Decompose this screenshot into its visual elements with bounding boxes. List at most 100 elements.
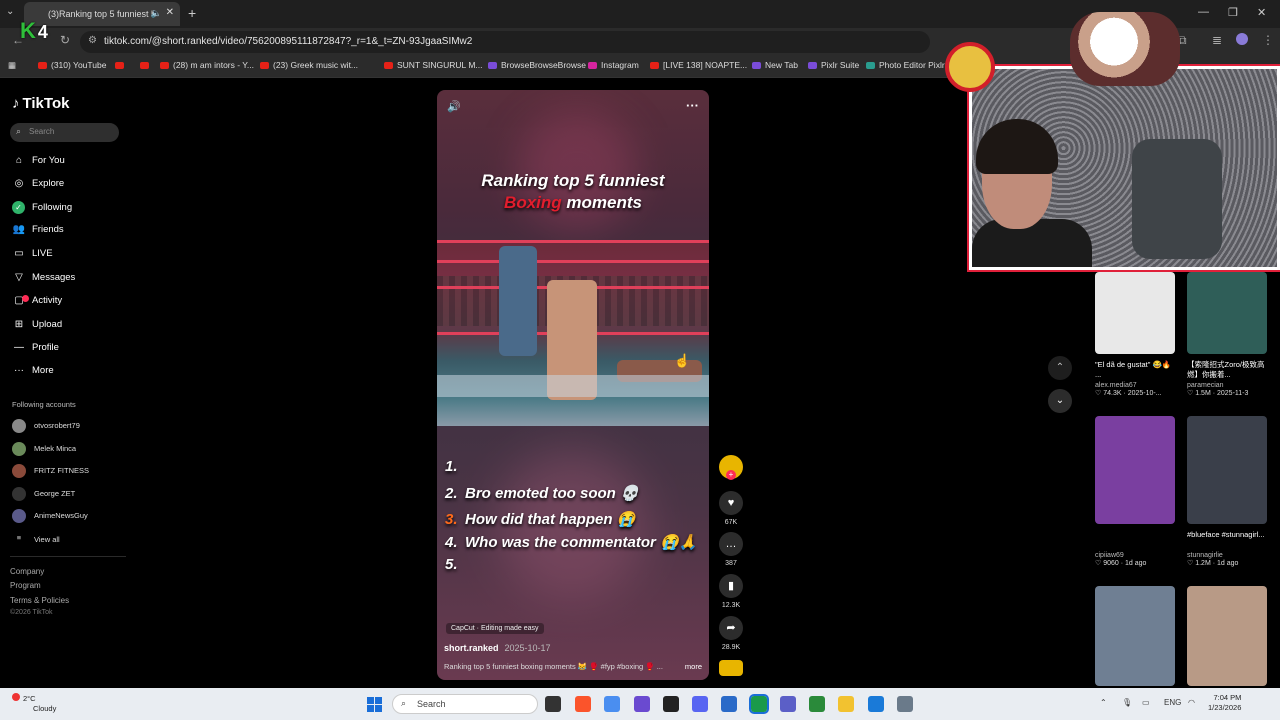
nav-following[interactable]: ✓ Following bbox=[12, 201, 72, 214]
nav-live[interactable]: ▭ LIVE bbox=[12, 248, 52, 259]
following-account[interactable]: Melek Minca bbox=[12, 442, 76, 456]
footer-program[interactable]: Program bbox=[10, 581, 41, 590]
view-all-link[interactable]: ≡ View all bbox=[12, 533, 60, 547]
language-indicator[interactable]: ENG bbox=[1164, 698, 1181, 707]
bookmark-10[interactable]: Photo Editor Pixlr bbox=[866, 60, 945, 70]
feed-card[interactable]: cipiiaw69 ♡ 9060 · 1d ago bbox=[1095, 416, 1175, 567]
nav-label: More bbox=[32, 365, 54, 376]
bookmark-4[interactable]: SUNT SINGURUL M... bbox=[384, 60, 482, 70]
search-input[interactable]: ⌕ Search bbox=[10, 123, 119, 142]
capcut-tag[interactable]: CapCut · Editing made easy bbox=[446, 623, 544, 634]
bookmark-2[interactable]: (28) m am intors - Y... bbox=[160, 60, 254, 70]
bookmark-youtube-2[interactable] bbox=[115, 60, 128, 70]
close-window-icon[interactable]: ✕ bbox=[1257, 6, 1266, 19]
media-control-icon[interactable]: ≣ bbox=[1212, 33, 1222, 47]
bookmark-6[interactable]: Instagram bbox=[588, 60, 639, 70]
taskbar-clock[interactable]: 7:04 PM 1/23/2026 bbox=[1208, 693, 1241, 713]
video-more-icon[interactable]: ··· bbox=[686, 98, 699, 113]
bookmark-7[interactable]: [LIVE 138] NOAPTE... bbox=[650, 60, 747, 70]
bookmark-1[interactable]: (310) YouTube bbox=[38, 60, 106, 70]
tab-search-icon[interactable]: ⌄ bbox=[6, 6, 14, 17]
tray-app-icon[interactable]: ▭ bbox=[1142, 698, 1150, 707]
nav-friends[interactable]: 👥 Friends bbox=[12, 224, 64, 235]
nav-upload[interactable]: ⊞ Upload bbox=[12, 319, 62, 330]
new-tab-plus-icon[interactable]: + bbox=[188, 5, 196, 21]
taskbar-search[interactable]: ⌕ Search bbox=[392, 694, 538, 714]
task-view-icon[interactable] bbox=[545, 696, 561, 712]
chrome-icon[interactable] bbox=[749, 694, 769, 714]
share-button[interactable]: ➦ 28.9K bbox=[717, 616, 745, 651]
save-count: 12.3K bbox=[721, 602, 741, 609]
comment-button[interactable]: … 387 bbox=[717, 532, 745, 567]
footer-terms[interactable]: Terms & Policies bbox=[10, 596, 69, 605]
feed-card[interactable] bbox=[1095, 586, 1175, 686]
settings-gear-icon[interactable] bbox=[897, 696, 913, 712]
boxing-ring-clip bbox=[437, 240, 709, 426]
next-video-chevron-down-icon[interactable]: ⌄ bbox=[1048, 389, 1072, 413]
tiktok-logo[interactable]: ♪ TikTok bbox=[12, 95, 69, 112]
video-author[interactable]: short.ranked 2025-10-17 bbox=[444, 643, 551, 653]
feed-card[interactable]: "El dã de gustat" 😂🔥 ... alex.media67 ♡ … bbox=[1095, 272, 1175, 397]
footer-company[interactable]: Company bbox=[10, 567, 44, 576]
save-button[interactable]: ▮ 12.3K bbox=[717, 574, 745, 609]
feed-card[interactable]: 【索隆招式Zoro/极致高燃】你搬着... paramecian ♡ 1.5M … bbox=[1187, 272, 1267, 397]
brave-icon[interactable] bbox=[575, 696, 591, 712]
feed-card[interactable]: #blueface #stunnagirl... stunnagirlie ♡ … bbox=[1187, 416, 1267, 567]
previous-video-chevron-up-icon[interactable]: ⌃ bbox=[1048, 356, 1072, 380]
volume-icon[interactable]: 🔊 bbox=[447, 100, 461, 113]
menu-kebab-icon[interactable]: ⋮ bbox=[1262, 33, 1274, 47]
like-button[interactable]: ♥ 67K bbox=[717, 491, 745, 526]
address-bar[interactable]: ⚙ tiktok.com/@short.ranked/video/7562008… bbox=[80, 31, 930, 53]
app-icon[interactable] bbox=[663, 696, 679, 712]
weather-widget[interactable]: 2°C Cloudy bbox=[12, 693, 56, 714]
nav-activity[interactable]: ▢ Activity bbox=[12, 295, 62, 306]
author-name: short.ranked bbox=[444, 643, 499, 653]
feed-card[interactable] bbox=[1187, 586, 1267, 686]
tab-close-icon[interactable]: ✕ bbox=[166, 7, 174, 18]
app-icon[interactable] bbox=[721, 696, 737, 712]
following-account[interactable]: FRITZ FITNESS bbox=[12, 464, 89, 478]
clock-time: 7:04 PM bbox=[1213, 693, 1242, 702]
nav-profile[interactable]: — Profile bbox=[12, 342, 59, 353]
app-icon[interactable] bbox=[604, 696, 620, 712]
bookmark-8[interactable]: New Tab bbox=[752, 60, 798, 70]
wifi-icon[interactable]: ◠ bbox=[1188, 698, 1195, 707]
tab-mute-icon[interactable]: 🔈 bbox=[151, 8, 162, 19]
minimize-icon[interactable]: — bbox=[1198, 6, 1209, 18]
overlay-letter: K bbox=[20, 18, 36, 43]
windows-start-icon[interactable] bbox=[367, 697, 382, 712]
bookmark-youtube-3[interactable] bbox=[140, 60, 153, 70]
following-account[interactable]: George ZET bbox=[12, 487, 75, 501]
account-name: Melek Minca bbox=[34, 443, 77, 453]
nav-more[interactable]: ··· More bbox=[12, 365, 54, 376]
music-disc-icon[interactable] bbox=[719, 660, 743, 676]
app-icon[interactable] bbox=[809, 696, 825, 712]
following-account[interactable]: AnimeNewsGuy bbox=[12, 509, 88, 523]
like-count: 67K bbox=[724, 519, 738, 526]
tray-chevron-up-icon[interactable]: ⌃ bbox=[1100, 698, 1107, 707]
bookmark-9[interactable]: Pixlr Suite bbox=[808, 60, 859, 70]
nav-for-you[interactable]: ⌂ For You bbox=[12, 155, 65, 166]
nav-messages[interactable]: ▽ Messages bbox=[12, 272, 75, 283]
file-explorer-icon[interactable] bbox=[838, 696, 854, 712]
video-player[interactable]: 🔊 ··· Ranking top 5 funniest Boxing mome… bbox=[437, 90, 709, 680]
following-account[interactable]: otvosrobert79 bbox=[12, 419, 80, 433]
restore-icon[interactable]: ❐ bbox=[1228, 6, 1238, 19]
discord-icon[interactable] bbox=[692, 696, 708, 712]
app-icon[interactable] bbox=[634, 696, 650, 712]
app-icon[interactable] bbox=[868, 696, 884, 712]
nav-explore[interactable]: ◎ Explore bbox=[12, 178, 65, 189]
follow-plus-icon[interactable]: + bbox=[726, 470, 736, 480]
bookmark-3[interactable]: (23) Greek music wit... bbox=[260, 60, 358, 70]
profile-avatar-icon[interactable] bbox=[1236, 33, 1248, 45]
site-info-icon[interactable]: ⚙ bbox=[88, 35, 97, 46]
caption-more-link[interactable]: more bbox=[685, 662, 702, 671]
feed-user: paramecian bbox=[1187, 382, 1224, 389]
bookmark-5[interactable]: BrowseBrowseBrowse bbox=[488, 60, 586, 70]
reload-icon[interactable]: ↻ bbox=[60, 33, 70, 47]
tiktok-note-icon: ♪ bbox=[12, 95, 20, 112]
microphone-icon[interactable]: 🎙 bbox=[1122, 698, 1132, 707]
teams-icon[interactable] bbox=[780, 696, 796, 712]
avatar bbox=[12, 464, 26, 478]
apps-grid-icon[interactable]: ▦ bbox=[8, 60, 16, 71]
